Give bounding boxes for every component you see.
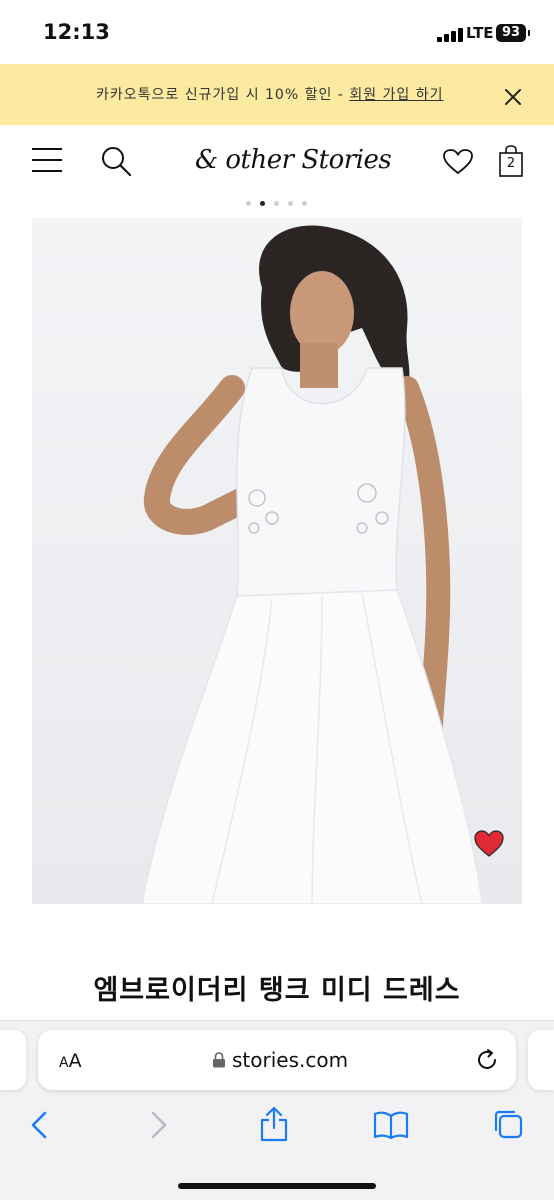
promo-message: 카카오톡으로 신규가입 시 10% 할인 -: [96, 87, 350, 103]
carousel-dot-active[interactable]: [260, 201, 265, 206]
signal-icon: [437, 26, 463, 42]
heart-filled-icon[interactable]: [474, 830, 504, 858]
bag-count: 2: [506, 156, 516, 171]
promo-text: 카카오톡으로 신규가입 시 10% 할인 - 회원 가입 하기: [96, 84, 444, 104]
url-text[interactable]: stories.com: [232, 1048, 348, 1072]
wishlist-icon[interactable]: [443, 149, 473, 175]
share-icon[interactable]: [259, 1106, 289, 1142]
network-label: LTE: [466, 24, 494, 42]
battery-icon: 93: [496, 24, 530, 42]
search-icon[interactable]: [100, 145, 132, 177]
dress-model-illustration: [141, 225, 483, 904]
back-icon[interactable]: [30, 1111, 48, 1139]
product-image[interactable]: [32, 218, 522, 904]
carousel-dot[interactable]: [274, 201, 279, 206]
promo-banner: 카카오톡으로 신규가입 시 10% 할인 - 회원 가입 하기: [0, 64, 554, 125]
carousel-dot[interactable]: [288, 201, 293, 206]
close-icon[interactable]: [500, 84, 526, 110]
tabs-icon[interactable]: [492, 1108, 524, 1140]
signup-link[interactable]: 회원 가입 하기: [349, 87, 443, 103]
menu-icon[interactable]: [31, 147, 63, 173]
text-size-small: A: [59, 1055, 69, 1071]
status-time: 12:13: [43, 20, 110, 44]
forward-icon[interactable]: [150, 1111, 168, 1139]
carousel-dot[interactable]: [302, 201, 307, 206]
previous-tab-card[interactable]: [0, 1030, 26, 1090]
text-size-button[interactable]: AA: [59, 1050, 82, 1072]
reload-icon[interactable]: [474, 1047, 500, 1073]
carousel-dot[interactable]: [246, 201, 251, 206]
text-size-large: A: [68, 1050, 82, 1072]
lock-icon: [213, 1052, 225, 1068]
status-bar: 12:13 LTE 93: [0, 0, 554, 64]
brand-logo[interactable]: & other Stories: [195, 145, 392, 175]
bookmarks-icon[interactable]: [373, 1110, 409, 1140]
product-title: 엠브로이더리 탱크 미디 드레스: [93, 975, 461, 1006]
home-indicator: [178, 1183, 376, 1189]
next-tab-card[interactable]: [528, 1030, 554, 1090]
